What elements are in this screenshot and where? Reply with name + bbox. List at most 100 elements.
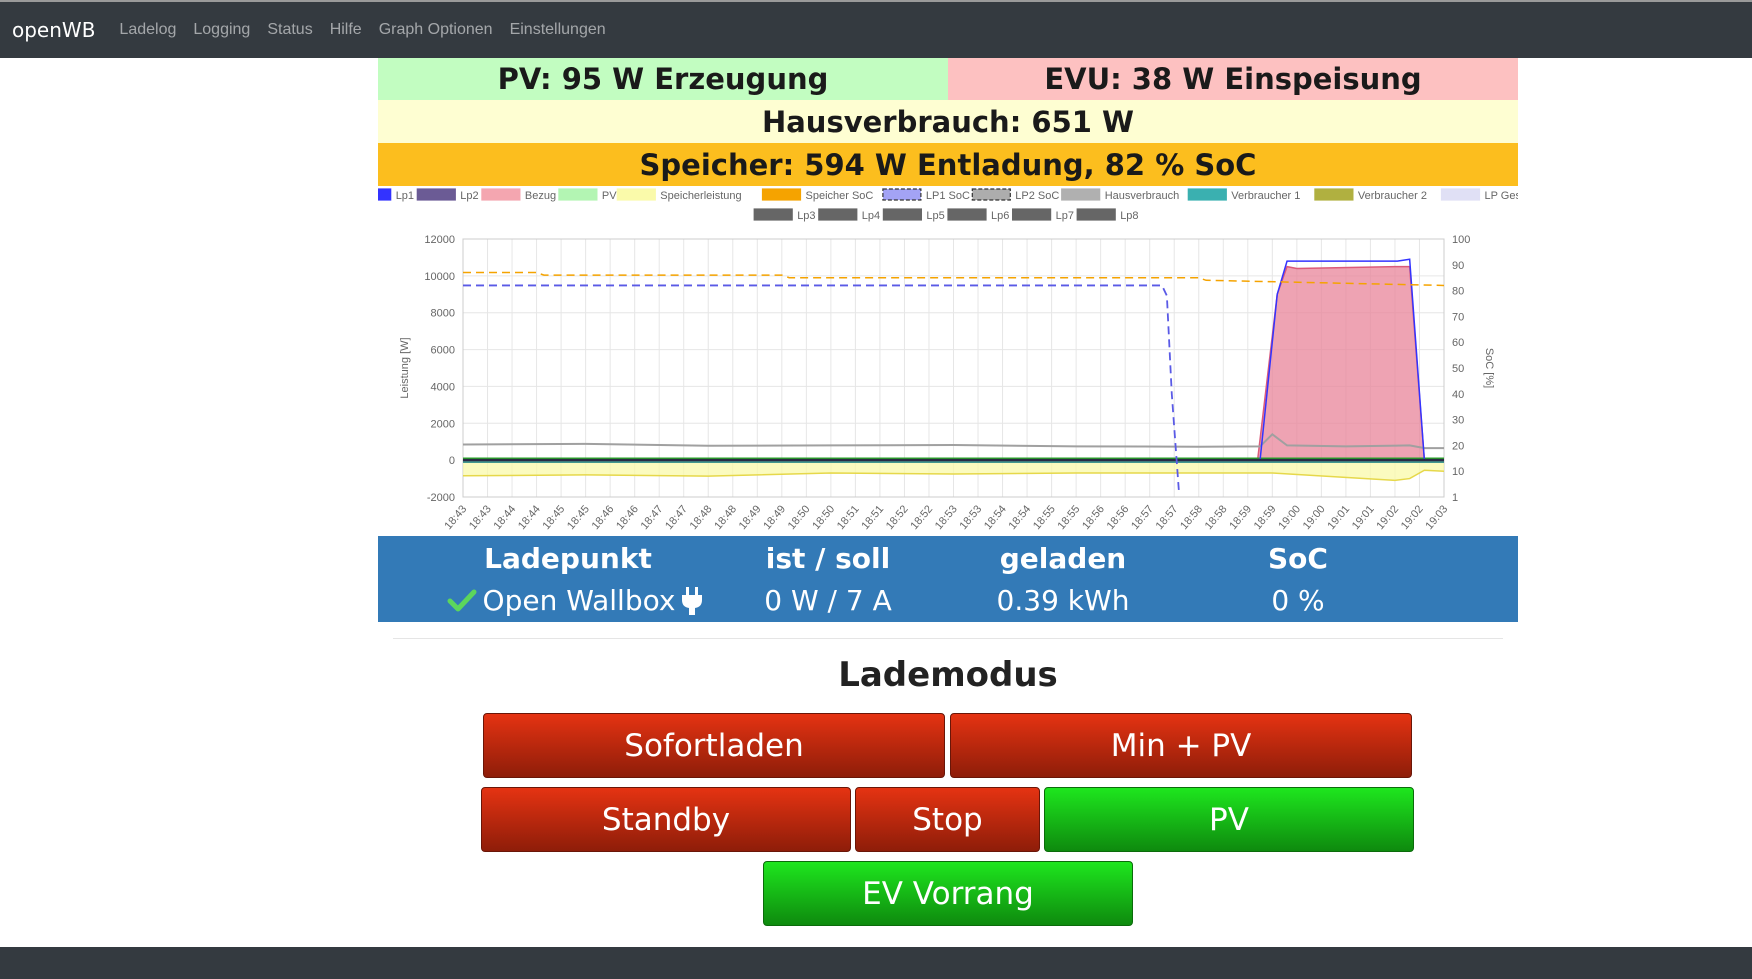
- x-tick: 18:57: [1129, 503, 1156, 532]
- x-tick: 18:48: [688, 503, 715, 532]
- x-tick: 18:52: [884, 503, 911, 532]
- y-tick-left: 0: [449, 455, 455, 467]
- geladen-value: 0.39 kWh: [996, 584, 1130, 617]
- nav-link-logging[interactable]: Logging: [193, 21, 250, 39]
- x-tick: 19:03: [1423, 503, 1450, 532]
- ladepunkt-table: Ladepunkt ist / soll geladen SoC Open Wa…: [378, 536, 1518, 622]
- legend-swatch-speicherleistung: [616, 188, 656, 201]
- legend-label-lp2: Lp2: [460, 190, 478, 202]
- x-tick: 18:56: [1080, 503, 1107, 532]
- nav-link-status[interactable]: Status: [267, 21, 312, 39]
- legend-label-hausverbrauch: Hausverbrauch: [1105, 190, 1180, 202]
- ladepunkt-name-cell[interactable]: Open Wallbox: [440, 584, 710, 617]
- legend-label-lp-gesamt: LP Gesamt: [1485, 190, 1519, 202]
- y-tick-left: 4000: [431, 381, 455, 393]
- y-axis-title-left: Leistung [W]: [399, 337, 411, 398]
- x-tick: 18:48: [712, 503, 739, 532]
- y-tick-left: 12000: [424, 234, 455, 246]
- header-geladen: geladen: [999, 542, 1127, 575]
- x-tick: 18:43: [467, 503, 494, 532]
- x-tick: 19:00: [1276, 503, 1303, 532]
- speicher-banner: Speicher: 594 W Entladung, 82 % SoC: [378, 143, 1518, 186]
- y-tick-left: 2000: [431, 418, 455, 430]
- x-tick: 18:45: [565, 503, 592, 532]
- standby-button[interactable]: Standby: [481, 787, 851, 852]
- legend-swatch-lp1-soc: [882, 188, 922, 201]
- x-tick: 18:52: [908, 503, 935, 532]
- x-tick: 18:55: [1056, 503, 1083, 532]
- legend-swatch-lp2: [416, 188, 456, 201]
- legend-label-verbraucher-1: Verbraucher 1: [1231, 190, 1300, 202]
- legend-label-bezug: Bezug: [525, 190, 556, 202]
- x-tick: 18:54: [982, 503, 1009, 532]
- legend-swatch-bezug: [481, 188, 521, 201]
- power-chart[interactable]: Lp1 Lp2 Bezug PV Speicherleistung Speicher So…: [378, 187, 1518, 535]
- x-tick: 18:51: [835, 503, 862, 532]
- legend-label-speicherleistung: Speicherleistung: [660, 190, 741, 202]
- soc-value: 0 %: [1271, 584, 1325, 617]
- legend-swatch-speicher-soc: [761, 188, 802, 201]
- brand-link[interactable]: openWB: [12, 18, 95, 42]
- y-tick-left: 6000: [431, 345, 455, 357]
- nav-link-graph-optionen[interactable]: Graph Optionen: [379, 21, 493, 39]
- legend-swatch-verbraucher-2: [1314, 188, 1354, 201]
- divider: [393, 638, 1503, 639]
- x-tick: 18:50: [810, 503, 837, 532]
- legend-label-lp4: Lp4: [862, 210, 880, 222]
- y-tick-right: 50: [1452, 363, 1464, 375]
- y-tick-right: 100: [1452, 234, 1470, 246]
- x-tick: 18:44: [516, 503, 543, 532]
- legend-label-speicher-soc: Speicher SoC: [806, 190, 874, 202]
- lademodus-title: Lademodus: [838, 655, 1058, 695]
- legend-label-lp5: Lp5: [926, 210, 944, 222]
- power-chart-svg: Lp1 Lp2 Bezug PV Speicherleistung Speicher So…: [378, 188, 1519, 532]
- sofortladen-button[interactable]: Sofortladen: [483, 713, 945, 778]
- x-tick: 19:02: [1399, 503, 1426, 532]
- legend-label-lp1: Lp1: [396, 190, 414, 202]
- legend-label-lp8: Lp8: [1120, 210, 1138, 222]
- check-icon: [447, 589, 477, 611]
- legend-swatch-pv: [558, 188, 598, 201]
- y-tick-right: 70: [1452, 311, 1464, 323]
- y-axis-title-right: SoC [%]: [1483, 348, 1495, 388]
- legend-label-verbraucher-2: Verbraucher 2: [1358, 190, 1427, 202]
- x-tick: 18:47: [663, 503, 690, 532]
- legend-swatch-hausverbrauch: [1061, 188, 1101, 201]
- legend-label-lp1-soc: LP1 SoC: [926, 190, 970, 202]
- pv-button[interactable]: PV: [1044, 787, 1414, 852]
- legend-swatch-lp8: [1076, 208, 1116, 221]
- x-tick: 18:58: [1178, 503, 1205, 532]
- legend-swatch-lp3: [753, 208, 793, 221]
- stop-button[interactable]: Stop: [855, 787, 1040, 852]
- evu-banner: EVU: 38 W Einspeisung: [948, 58, 1518, 100]
- header-ist-soll: ist / soll: [765, 542, 891, 575]
- y-tick-left: 10000: [424, 271, 455, 283]
- x-tick: 18:45: [541, 503, 568, 532]
- nav-link-ladelog[interactable]: Ladelog: [119, 21, 176, 39]
- x-tick: 18:53: [933, 503, 960, 532]
- plug-icon: [682, 586, 703, 615]
- nav-link-hilfe[interactable]: Hilfe: [330, 21, 362, 39]
- y-tick-right: 40: [1452, 389, 1464, 401]
- x-tick: 18:47: [639, 503, 666, 532]
- y-tick-right: 1: [1452, 492, 1458, 504]
- y-tick-left: 8000: [431, 308, 455, 320]
- legend-swatch-verbraucher-1: [1187, 188, 1227, 201]
- x-tick: 18:55: [1031, 503, 1058, 532]
- ist-soll-value: 0 W / 7 A: [764, 584, 892, 617]
- y-tick-right: 30: [1452, 415, 1464, 427]
- min-pv-button[interactable]: Min + PV: [950, 713, 1412, 778]
- legend-label-pv: PV: [602, 190, 617, 202]
- x-tick: 18:49: [737, 503, 764, 532]
- x-tick: 18:57: [1154, 503, 1181, 532]
- ev-vorrang-button[interactable]: EV Vorrang: [763, 861, 1133, 926]
- x-tick: 18:46: [614, 503, 641, 532]
- nav-link-einstellungen[interactable]: Einstellungen: [510, 21, 606, 39]
- legend-swatch-lp5: [882, 208, 922, 221]
- x-tick: 18:59: [1227, 503, 1254, 532]
- x-tick: 18:54: [1006, 503, 1033, 532]
- legend-swatch-lp6: [947, 208, 987, 221]
- x-tick: 18:56: [1105, 503, 1132, 532]
- legend-swatch-lp1: [378, 188, 392, 201]
- y-tick-right: 10: [1452, 466, 1464, 478]
